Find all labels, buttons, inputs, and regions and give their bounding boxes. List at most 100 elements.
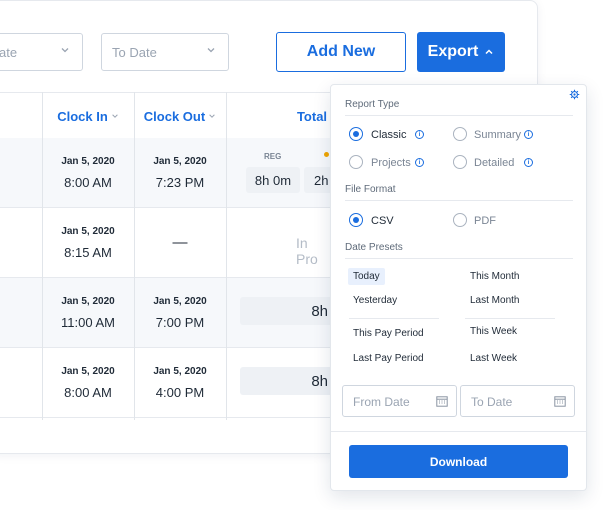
- clock-in-cell: Jan 5, 2020 8:15 AM: [42, 208, 134, 277]
- reg-hours-chip: 8h 0m: [246, 167, 300, 193]
- clock-in-time: 8:00 AM: [64, 174, 112, 190]
- preset-divider: [465, 318, 555, 319]
- clock-out-cell: —: [134, 208, 226, 277]
- file-format-pdf-radio[interactable]: [453, 213, 467, 227]
- chevron-down-icon: [209, 114, 215, 118]
- clock-out-date: Jan 5, 2020: [153, 365, 207, 377]
- add-new-label: Add New: [306, 43, 376, 60]
- preset-last-month[interactable]: Last Month: [465, 292, 524, 309]
- clock-out-time: 4:00 PM: [155, 384, 205, 400]
- table-row[interactable]: Jan 5, 2020 8:15 AM — In Pro: [0, 208, 330, 278]
- chevron-down-icon: [207, 48, 215, 53]
- table-row[interactable]: Jan 5, 2020 8:00 AM Jan 5, 2020 4:00 PM …: [0, 348, 340, 418]
- report-type-detailed-radio[interactable]: [453, 155, 467, 169]
- clock-out-cell: Jan 5, 2020 7:23 PM: [134, 138, 226, 207]
- clock-in-date: Jan 5, 2020: [61, 365, 115, 377]
- clock-in-time: 8:00 AM: [64, 384, 112, 400]
- clock-out-date: Jan 5, 2020: [153, 295, 207, 307]
- clock-out-cell: Jan 5, 2020 4:00 PM: [134, 348, 226, 417]
- reg-hours-value: 8h 0m: [254, 172, 292, 188]
- export-label: Export: [427, 43, 479, 60]
- export-button[interactable]: Export: [417, 32, 505, 72]
- clock-out-time: 7:00 PM: [155, 314, 205, 330]
- column-header-clock-out[interactable]: Clock Out: [134, 93, 226, 139]
- report-type-option[interactable]: Projects: [371, 157, 411, 169]
- section-divider: [345, 200, 573, 201]
- clock-in-cell: Jan 5, 2020 11:00 AM: [42, 278, 134, 347]
- total-hours-chip: 8h: [240, 297, 340, 325]
- date-presets-label: Date Presets: [345, 242, 403, 253]
- column-header-clock-in[interactable]: Clock In: [42, 93, 134, 139]
- preset-yesterday[interactable]: Yesterday: [348, 292, 402, 309]
- chevron-down-icon: [61, 48, 69, 53]
- from-date-dropdown-text: ate: [0, 45, 18, 60]
- clock-in-date: Jan 5, 2020: [61, 155, 115, 167]
- download-label: Download: [429, 454, 488, 469]
- preset-last-pay-period[interactable]: Last Pay Period: [348, 350, 429, 367]
- in-progress-status: In Pro: [296, 235, 318, 267]
- report-type-classic-radio[interactable]: [349, 127, 363, 141]
- clock-in-date: Jan 5, 2020: [61, 295, 115, 307]
- clock-in-cell: Jan 5, 2020 8:00 AM: [42, 138, 134, 207]
- chevron-down-icon: [112, 114, 118, 118]
- calendar-icon: [554, 396, 566, 407]
- preset-today[interactable]: Today: [348, 268, 385, 285]
- clock-in-time: 8:15 AM: [64, 244, 112, 260]
- report-type-projects-radio[interactable]: [349, 155, 363, 169]
- chevron-up-icon: [485, 49, 493, 55]
- info-icon[interactable]: i: [524, 158, 533, 167]
- report-type-option[interactable]: Detailed: [474, 157, 514, 169]
- column-divider: [42, 92, 43, 420]
- clock-out-time: 7:23 PM: [155, 174, 205, 190]
- section-divider: [345, 258, 573, 259]
- preset-this-week[interactable]: This Week: [465, 323, 522, 340]
- export-dropdown-panel: Report Type Classic i Summary i Projects…: [330, 84, 587, 491]
- report-type-option[interactable]: Classic: [371, 129, 406, 141]
- clock-in-date: Jan 5, 2020: [61, 225, 115, 237]
- column-header-label: Clock In: [57, 108, 108, 124]
- from-date-dropdown[interactable]: ate: [0, 33, 83, 71]
- total-hours-value: 8h: [311, 302, 328, 320]
- to-date-input[interactable]: To Date: [460, 385, 575, 417]
- file-format-label: File Format: [345, 184, 396, 195]
- preset-last-week[interactable]: Last Week: [465, 350, 522, 367]
- download-button[interactable]: Download: [349, 445, 568, 478]
- section-divider: [345, 115, 573, 116]
- to-date-dropdown-text: To Date: [112, 45, 157, 60]
- column-divider: [134, 92, 135, 420]
- file-format-option[interactable]: PDF: [474, 215, 496, 227]
- report-type-label: Report Type: [345, 99, 400, 110]
- overtime-hours-value: 2h: [314, 172, 329, 188]
- file-format-csv-radio[interactable]: [349, 213, 363, 227]
- reg-label: REG: [264, 152, 282, 161]
- to-date-dropdown[interactable]: To Date: [101, 33, 229, 71]
- report-type-summary-radio[interactable]: [453, 127, 467, 141]
- report-type-option[interactable]: Summary: [474, 129, 521, 141]
- info-icon[interactable]: i: [415, 130, 424, 139]
- column-header-label: Clock Out: [143, 108, 206, 124]
- clock-out-empty: —: [172, 234, 188, 251]
- from-date-placeholder: From Date: [353, 395, 410, 409]
- add-new-button[interactable]: Add New: [276, 32, 406, 72]
- preset-divider: [349, 318, 439, 319]
- total-hours-value: 8h: [311, 372, 328, 390]
- clock-in-cell: Jan 5, 2020 8:00 AM: [42, 348, 134, 417]
- from-date-input[interactable]: From Date: [342, 385, 457, 417]
- overtime-indicator: [324, 152, 329, 157]
- file-format-option[interactable]: CSV: [371, 215, 394, 227]
- clock-out-cell: Jan 5, 2020 7:00 PM: [134, 278, 226, 347]
- table-row[interactable]: Jan 5, 2020 11:00 AM Jan 5, 2020 7:00 PM…: [0, 278, 340, 348]
- footer-divider: [331, 431, 586, 432]
- calendar-icon: [436, 396, 448, 407]
- table-row[interactable]: Jan 5, 2020 8:00 AM Jan 5, 2020 7:23 PM …: [0, 138, 344, 208]
- column-header-label: Total: [296, 108, 328, 124]
- info-icon[interactable]: i: [524, 130, 533, 139]
- gear-icon[interactable]: [569, 89, 580, 100]
- clock-out-date: Jan 5, 2020: [153, 155, 207, 167]
- total-hours-chip: 8h: [240, 367, 340, 395]
- info-icon[interactable]: i: [415, 158, 424, 167]
- table-header: Clock In Clock Out Total: [0, 92, 330, 140]
- preset-this-month[interactable]: This Month: [465, 268, 524, 285]
- preset-this-pay-period[interactable]: This Pay Period: [348, 325, 429, 342]
- to-date-placeholder: To Date: [471, 395, 513, 409]
